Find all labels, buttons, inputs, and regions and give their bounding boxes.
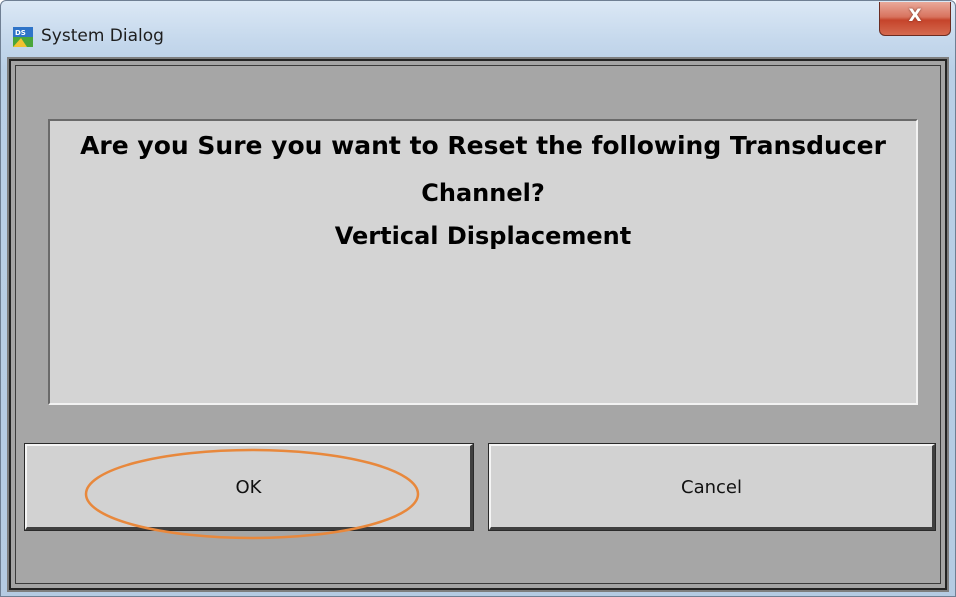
message-line-3: Vertical Displacement [334, 222, 632, 250]
dialog-body: Are you Sure you want to Reset the follo… [7, 57, 949, 592]
message-line-1: Are you Sure you want to Reset the follo… [80, 131, 886, 160]
system-dialog-window: DS System Dialog X Are you Sure you want… [0, 0, 956, 597]
message-panel: Are you Sure you want to Reset the follo… [48, 119, 918, 405]
ok-button-label: OK [235, 477, 262, 498]
app-icon: DS [13, 27, 33, 47]
window-title: System Dialog [41, 26, 164, 46]
close-icon: X [908, 6, 922, 26]
cancel-button[interactable]: Cancel [488, 443, 936, 531]
svg-text:DS: DS [15, 29, 26, 37]
title-bar[interactable]: DS System Dialog X [1, 1, 955, 59]
close-button[interactable]: X [879, 2, 951, 36]
ok-button[interactable]: OK [24, 443, 474, 531]
cancel-button-label: Cancel [681, 477, 742, 498]
message-line-2: Channel? [421, 179, 545, 207]
